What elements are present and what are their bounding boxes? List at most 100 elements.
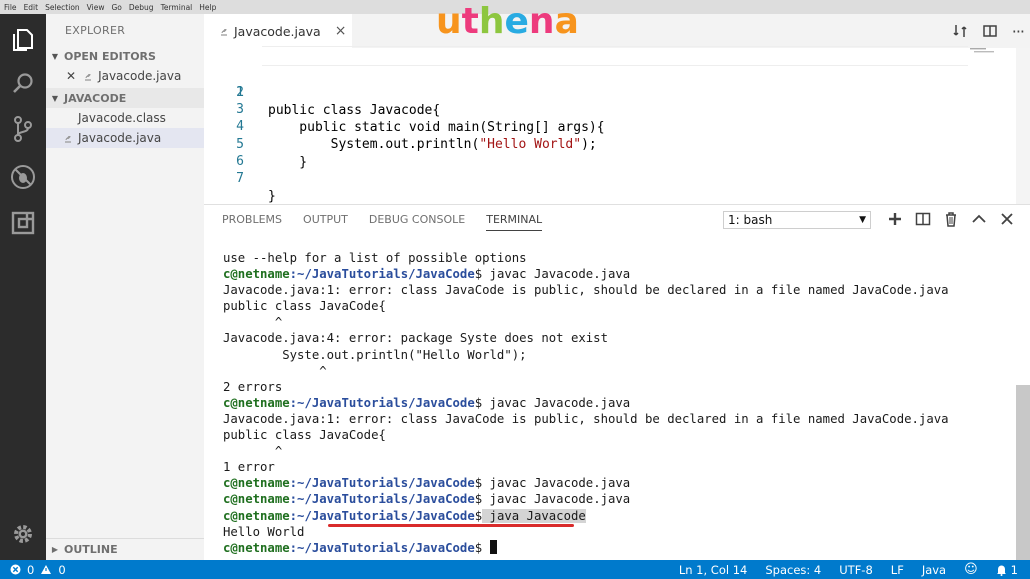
source-control-icon[interactable] — [9, 115, 37, 143]
editor-actions: ··· — [952, 14, 1025, 48]
menu-go[interactable]: Go — [111, 3, 121, 12]
prompt-user: c@netname — [223, 395, 290, 410]
file-label: Javacode.java — [78, 131, 162, 145]
terminal-text: public class JavaCode{ — [223, 299, 386, 314]
code-editor[interactable]: 1 public class Javacode{ 2 3 public stat… — [204, 46, 1030, 204]
menu-help[interactable]: Help — [199, 3, 216, 12]
terminal-text: Javacode.java:1: error: class JavaCode i… — [223, 411, 949, 426]
prompt-user: c@netname — [223, 540, 290, 555]
logo-letter: n — [528, 1, 555, 42]
terminal-line: Syste.out.println("Hello World"); — [223, 347, 1013, 363]
file-item-class[interactable]: Javacode.class — [46, 108, 204, 128]
open-changes-icon[interactable] — [952, 23, 968, 39]
encoding[interactable]: UTF-8 — [839, 563, 873, 577]
current-line-highlight — [262, 46, 968, 66]
terminal-text: ^ — [223, 444, 283, 459]
terminal-shell-select[interactable]: 1: bash ▼ — [723, 211, 871, 229]
red-annotation-underline — [328, 524, 574, 527]
extensions-icon[interactable] — [9, 209, 37, 237]
java-file-icon — [85, 73, 92, 81]
terminal-line: Javacode.java:1: error: class JavaCode i… — [223, 282, 1013, 298]
terminal-line: Javacode.java:4: error: package Syste do… — [223, 330, 1013, 346]
close-icon[interactable]: ✕ — [66, 69, 76, 83]
close-tab-icon[interactable]: × — [335, 23, 347, 39]
terminal-line: public class JavaCode{ — [223, 427, 1013, 443]
split-editor-icon[interactable] — [982, 23, 998, 39]
terminal-command: javac Javacode.java — [482, 267, 631, 282]
outline-section[interactable]: ▶ OUTLINE — [46, 538, 204, 560]
file-item-java[interactable]: Javacode.java — [46, 128, 204, 148]
search-icon[interactable] — [9, 70, 37, 98]
logo-letter: h — [478, 1, 505, 42]
terminal-line: c@netname:~/JavaTutorials/JavaCode$ java… — [223, 395, 1013, 411]
problems-status[interactable]: 0 0 — [10, 560, 66, 579]
panel-actions — [888, 211, 1014, 227]
close-panel-icon[interactable] — [1000, 212, 1014, 226]
notifications[interactable]: 1 — [996, 563, 1018, 577]
terminal-text: Syste.out.println("Hello World"); — [223, 347, 527, 362]
explorer-icon[interactable] — [9, 26, 37, 54]
indentation[interactable]: Spaces: 4 — [765, 563, 821, 577]
logo-letter: a — [554, 1, 579, 42]
tab-problems[interactable]: PROBLEMS — [222, 213, 282, 231]
open-editors-label: OPEN EDITORS — [64, 49, 156, 63]
status-right: Ln 1, Col 14 Spaces: 4 UTF-8 LF Java ☺ 1 — [679, 560, 1018, 579]
prompt-path: :~/JavaTutorials/JavaCode — [289, 476, 475, 491]
menu-view[interactable]: View — [87, 3, 105, 12]
open-editor-label: Javacode.java — [98, 69, 182, 83]
logo-letter: t — [461, 1, 479, 42]
end-of-line[interactable]: LF — [891, 563, 904, 577]
menu-terminal[interactable]: Terminal — [161, 3, 193, 12]
terminal-line: c@netname:~/JavaTutorials/JavaCode$ — [223, 539, 1013, 556]
terminal-line: public class JavaCode{ — [223, 298, 1013, 314]
terminal-line: Javacode.java:1: error: class JavaCode i… — [223, 411, 1013, 427]
prompt-path: :~/JavaTutorials/JavaCode — [289, 508, 475, 523]
terminal-text: Javacode.java:1: error: class JavaCode i… — [223, 283, 949, 298]
panel-tabs: PROBLEMS OUTPUT DEBUG CONSOLE TERMINAL — [222, 213, 543, 231]
new-terminal-icon[interactable] — [888, 212, 902, 226]
terminal-command: javac Javacode.java — [482, 492, 631, 507]
chevron-right-icon: ▶ — [51, 545, 59, 554]
tab-debug-console[interactable]: DEBUG CONSOLE — [369, 213, 465, 231]
code-line: 7 } — [204, 152, 1004, 204]
language-mode[interactable]: Java — [922, 563, 946, 577]
code-line: 5 } — [204, 118, 1004, 170]
terminal-line: ^ — [223, 314, 1013, 330]
terminal-text: use --help for a list of possible option… — [223, 251, 527, 265]
menu-file[interactable]: File — [4, 3, 17, 12]
maximize-panel-icon[interactable] — [971, 213, 987, 225]
settings-gear-icon[interactable] — [9, 520, 37, 548]
editor-scrollbar[interactable] — [1016, 48, 1030, 204]
more-actions-icon[interactable]: ··· — [1012, 22, 1025, 41]
terminal-output[interactable]: use --help for a list of possible option… — [223, 250, 1013, 556]
menu-selection[interactable]: Selection — [45, 3, 80, 12]
outline-label: OUTLINE — [64, 543, 118, 556]
tab-output[interactable]: OUTPUT — [303, 213, 348, 231]
bell-icon — [996, 565, 1006, 576]
menu-edit[interactable]: Edit — [24, 3, 39, 12]
open-editors-header[interactable]: ▼ OPEN EDITORS — [46, 46, 204, 66]
status-bar: 0 0 Ln 1, Col 14 Spaces: 4 UTF-8 LF Java… — [0, 560, 1030, 579]
prompt-path: :~/JavaTutorials/JavaCode — [289, 492, 475, 507]
uthena-logo: uthena — [436, 2, 579, 42]
activity-bar — [0, 14, 46, 560]
debug-icon[interactable] — [9, 163, 37, 191]
menu-debug[interactable]: Debug — [129, 3, 154, 12]
file-label: Javacode.class — [78, 111, 166, 125]
terminal-scrollbar[interactable] — [1016, 385, 1030, 560]
trash-icon[interactable] — [944, 211, 958, 227]
split-terminal-icon[interactable] — [915, 212, 931, 226]
prompt-user: c@netname — [223, 267, 290, 282]
tab-terminal[interactable]: TERMINAL — [486, 213, 543, 231]
warning-count: 0 — [58, 562, 66, 577]
open-editor-item[interactable]: ✕ Javacode.java — [46, 66, 204, 86]
terminal-text: Javacode.java:4: error: package Syste do… — [223, 331, 608, 346]
prompt-user: c@netname — [223, 476, 290, 491]
feedback-smiley-icon[interactable]: ☺ — [964, 562, 978, 577]
chevron-down-icon: ▼ — [51, 51, 59, 61]
cursor-position[interactable]: Ln 1, Col 14 — [679, 563, 748, 577]
tab-javacode-java[interactable]: Javacode.java × — [204, 14, 352, 48]
terminal-text: ^ — [223, 315, 283, 330]
bottom-panel: PROBLEMS OUTPUT DEBUG CONSOLE TERMINAL 1… — [204, 204, 1030, 560]
javacode-folder-header[interactable]: ▼ JAVACODE — [46, 88, 204, 108]
